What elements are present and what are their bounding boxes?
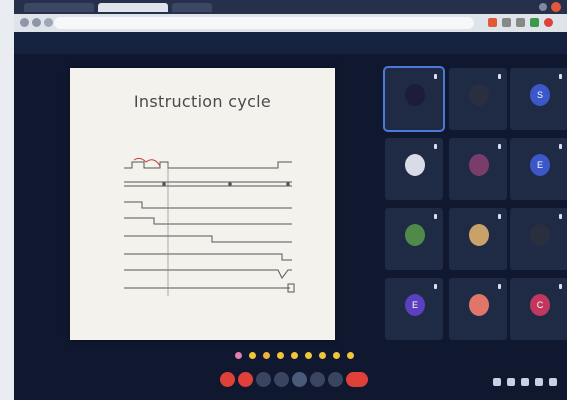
participant-avatar bbox=[530, 224, 550, 246]
mic-icon bbox=[559, 284, 562, 289]
browser-tab[interactable] bbox=[172, 3, 212, 12]
extension-icon[interactable] bbox=[502, 18, 511, 27]
participant-tile[interactable] bbox=[385, 138, 443, 200]
participant-avatar bbox=[469, 84, 489, 106]
people-icon[interactable] bbox=[507, 378, 515, 386]
thumbs-up-reaction-icon[interactable] bbox=[249, 352, 256, 359]
raise-hand-icon[interactable] bbox=[347, 352, 354, 359]
profile-icon[interactable] bbox=[544, 18, 553, 27]
waveform-4 bbox=[124, 217, 292, 225]
participant-avatar: S bbox=[530, 84, 550, 106]
participant-avatar bbox=[405, 84, 425, 106]
mic-icon bbox=[498, 214, 501, 219]
participant-avatar: E bbox=[530, 154, 550, 176]
mic-icon bbox=[559, 214, 562, 219]
participant-tile[interactable]: C bbox=[510, 278, 567, 340]
mic-icon bbox=[434, 144, 437, 149]
mic-icon bbox=[434, 74, 437, 79]
extension-icon[interactable] bbox=[530, 18, 539, 27]
waveform-3 bbox=[124, 201, 292, 209]
participant-tile[interactable] bbox=[383, 66, 445, 132]
participant-avatar bbox=[405, 224, 425, 246]
reload-icon[interactable] bbox=[44, 18, 53, 27]
mic-icon bbox=[498, 144, 501, 149]
laugh-reaction-icon[interactable] bbox=[277, 352, 284, 359]
participant-tile[interactable]: S bbox=[510, 68, 567, 130]
window-maximize-icon[interactable] bbox=[539, 3, 547, 11]
heart-reaction-icon[interactable] bbox=[235, 352, 242, 359]
participant-tile[interactable]: E bbox=[510, 138, 567, 200]
participant-avatar: E bbox=[405, 294, 425, 316]
mic-icon bbox=[498, 74, 501, 79]
participant-tile[interactable] bbox=[510, 208, 567, 270]
thinking-reaction-icon[interactable] bbox=[319, 352, 326, 359]
waveform-6 bbox=[124, 253, 292, 261]
mic-icon bbox=[434, 284, 437, 289]
participant-tile[interactable] bbox=[449, 138, 507, 200]
back-icon[interactable] bbox=[20, 18, 29, 27]
address-bar[interactable] bbox=[54, 17, 474, 29]
participant-tile[interactable] bbox=[449, 278, 507, 340]
extension-icon[interactable] bbox=[516, 18, 525, 27]
window-close-icon[interactable] bbox=[551, 2, 561, 12]
slide-title: Instruction cycle bbox=[133, 92, 272, 111]
participant-tile[interactable] bbox=[449, 68, 507, 130]
forward-icon[interactable] bbox=[32, 18, 41, 27]
party-reaction-icon[interactable] bbox=[333, 352, 340, 359]
more-options-icon[interactable] bbox=[328, 372, 343, 387]
monitor-bezel bbox=[0, 0, 14, 400]
mic-icon bbox=[559, 144, 562, 149]
camera-off-icon[interactable] bbox=[238, 372, 253, 387]
call-controls bbox=[220, 372, 370, 392]
participant-tile[interactable] bbox=[385, 208, 443, 270]
activities-icon[interactable] bbox=[535, 378, 543, 386]
shared-slide: Instruction cycle bbox=[70, 68, 335, 340]
browser-tab-strip bbox=[14, 0, 567, 14]
raise-hand-button-icon[interactable] bbox=[310, 372, 325, 387]
captions-icon[interactable] bbox=[256, 372, 271, 387]
participant-tile[interactable] bbox=[449, 208, 507, 270]
reactions-bar bbox=[235, 352, 361, 360]
emoji-icon[interactable] bbox=[274, 372, 289, 387]
waveform-5 bbox=[124, 235, 292, 243]
leave-call-icon[interactable] bbox=[346, 372, 368, 387]
participant-avatar bbox=[405, 154, 425, 176]
browser-tab-active[interactable] bbox=[98, 3, 168, 12]
present-screen-icon[interactable] bbox=[292, 372, 307, 387]
mic-icon bbox=[434, 214, 437, 219]
sad-reaction-icon[interactable] bbox=[305, 352, 312, 359]
timing-waveforms bbox=[124, 157, 295, 296]
chat-icon[interactable] bbox=[521, 378, 529, 386]
participant-avatar bbox=[469, 224, 489, 246]
waveform-1 bbox=[124, 161, 292, 169]
mic-icon bbox=[498, 284, 501, 289]
clap-reaction-icon[interactable] bbox=[263, 352, 270, 359]
participant-avatar: C bbox=[530, 294, 550, 316]
waveform-7 bbox=[124, 269, 292, 279]
presenter-bar bbox=[14, 32, 567, 54]
participant-avatar bbox=[469, 294, 489, 316]
extension-icon[interactable] bbox=[488, 18, 497, 27]
participant-avatar bbox=[469, 154, 489, 176]
browser-toolbar bbox=[14, 14, 567, 32]
surprised-reaction-icon[interactable] bbox=[291, 352, 298, 359]
host-controls-icon[interactable] bbox=[549, 378, 557, 386]
mic-icon bbox=[559, 74, 562, 79]
participant-tile[interactable]: E bbox=[385, 278, 443, 340]
browser-tab[interactable] bbox=[24, 3, 94, 12]
timing-diagram bbox=[82, 156, 322, 306]
mic-off-icon[interactable] bbox=[220, 372, 235, 387]
info-icon[interactable] bbox=[493, 378, 501, 386]
